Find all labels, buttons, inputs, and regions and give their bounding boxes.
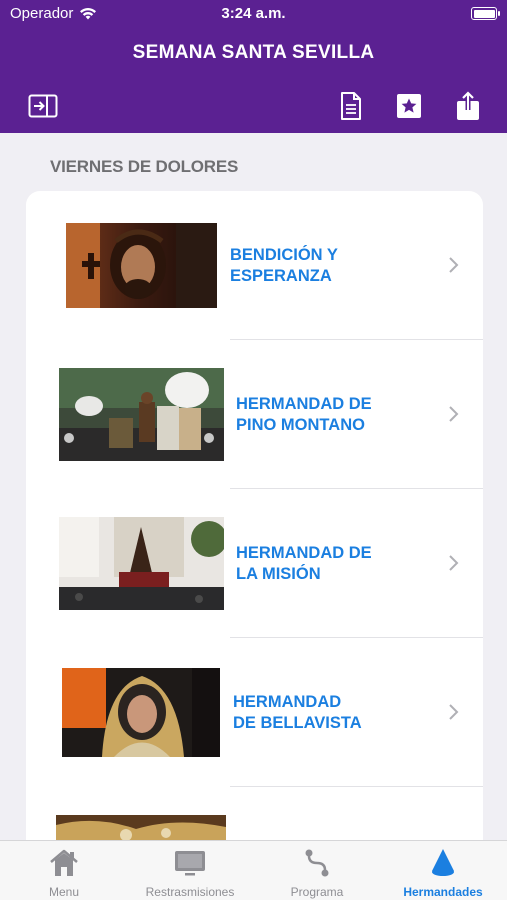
list-item-label: HERMANDAD DE LA MISIÓN [236, 544, 372, 583]
cone-icon [432, 849, 454, 876]
brotherhood-list: BENDICIÓN Y ESPERANZA HERMANDAD DE PINO … [26, 191, 483, 840]
tab-hermandades[interactable]: Hermandades [380, 841, 506, 900]
list-item-partial[interactable] [26, 787, 483, 840]
status-bar: Operador 3:24 a.m. [0, 0, 507, 28]
tab-menu[interactable]: Menu [1, 841, 127, 900]
list-item-bendicion-esperanza[interactable]: BENDICIÓN Y ESPERANZA [26, 191, 483, 340]
battery-icon [471, 7, 500, 20]
share-button[interactable] [452, 90, 484, 122]
list-item-label: HERMANDAD DE BELLAVISTA [233, 693, 362, 732]
partial-item-image [56, 815, 226, 840]
bendicion-esperanza-image [66, 223, 217, 308]
document-icon [341, 92, 361, 120]
list-item-bellavista[interactable]: HERMANDAD DE BELLAVISTA [26, 638, 483, 787]
route-icon [305, 849, 329, 877]
tab-retransmisiones[interactable]: Restrasmisiones [127, 841, 253, 900]
chevron-right-icon [449, 704, 459, 720]
pino-montano-image [59, 368, 224, 461]
sidebar-toggle-button[interactable] [27, 90, 59, 122]
list-item-label: BENDICIÓN Y ESPERANZA [230, 246, 338, 285]
tv-icon [175, 851, 205, 876]
top-bar: Operador 3:24 a.m. SEMANA SANTA SEVILLA [0, 0, 507, 133]
chevron-right-icon [449, 406, 459, 422]
status-time: 3:24 a.m. [221, 5, 286, 22]
home-icon [50, 849, 78, 876]
list-item-label: HERMANDAD DE PINO MONTANO [236, 395, 372, 434]
chevron-right-icon [449, 257, 459, 273]
tab-bar: Menu Restrasmisiones Programa Hermandade… [0, 840, 507, 900]
page-title: SEMANA SANTA SEVILLA [132, 42, 375, 63]
tab-label: Hermandades [403, 885, 483, 899]
favorites-button[interactable] [393, 90, 425, 122]
bellavista-image [62, 668, 220, 757]
list-item-pino-montano[interactable]: HERMANDAD DE PINO MONTANO [26, 340, 483, 489]
document-button[interactable] [335, 90, 367, 122]
section-header: VIERNES DE DOLORES [50, 157, 239, 176]
tab-label: Menu [48, 885, 80, 899]
content-area: VIERNES DE DOLORES BENDICIÓN Y ESPERANZA… [0, 133, 507, 840]
share-icon [457, 91, 479, 120]
tab-label: Restrasmisiones [145, 885, 235, 899]
la-mision-image [59, 517, 224, 610]
list-item-la-mision[interactable]: HERMANDAD DE LA MISIÓN [26, 489, 483, 638]
tab-programa[interactable]: Programa [254, 841, 380, 900]
star-icon [397, 94, 421, 118]
chevron-right-icon [449, 555, 459, 571]
tab-label: Programa [290, 885, 344, 899]
sidebar-toggle-icon [28, 94, 58, 118]
